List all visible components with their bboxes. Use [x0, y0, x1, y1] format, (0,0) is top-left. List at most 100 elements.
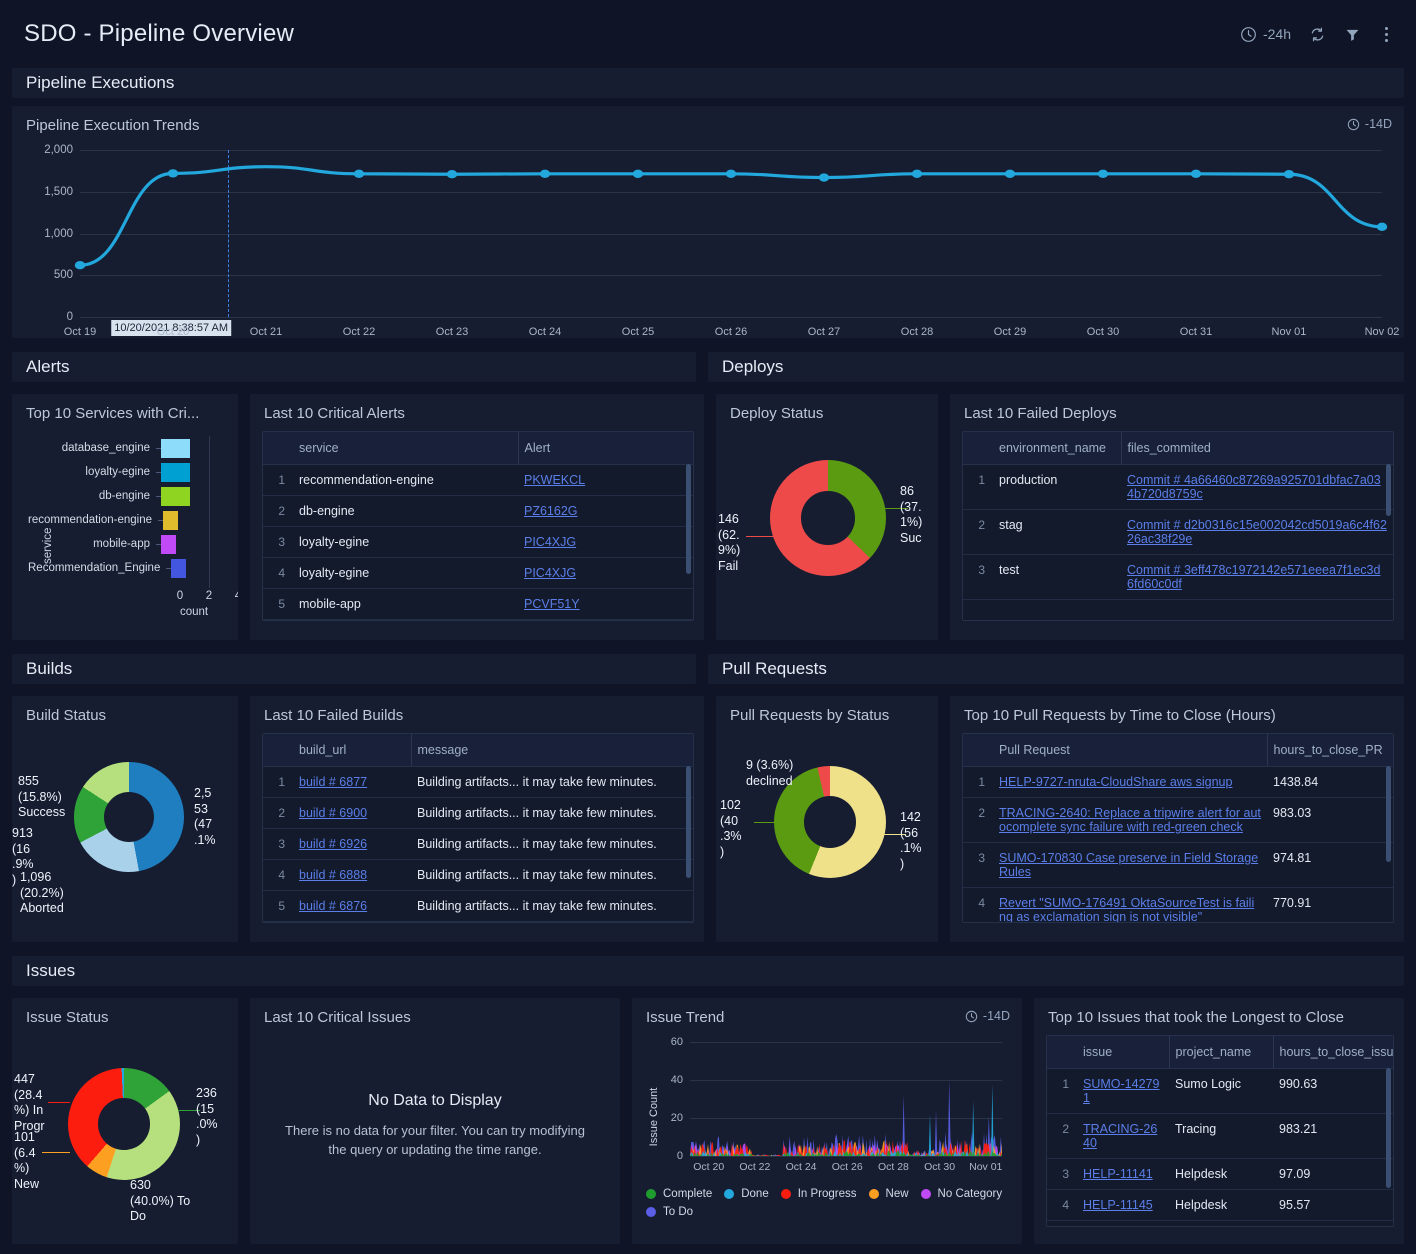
table-cell-link-wrap[interactable]: build # 6888: [293, 860, 411, 891]
table-cell-link[interactable]: build # 6877: [299, 775, 367, 789]
table-cell-link[interactable]: PIC4XJG: [524, 535, 576, 549]
donut-chart-pr-status[interactable]: 9 (3.6%) declined 102 (40 .3% ) 142 (56 …: [716, 724, 938, 924]
bar-row[interactable]: db-engine: [28, 484, 238, 508]
table-cell-link[interactable]: Commit # d2b0316c15e002042cd5019a6c4f622…: [1127, 518, 1387, 546]
table-row[interactable]: 4Revert "SUMO-176491 OktaSourceTest is f…: [963, 888, 1393, 924]
table-cell-link-wrap[interactable]: TRACING-2640: Replace a tripwire alert f…: [993, 798, 1267, 843]
bar-row[interactable]: database_engine: [28, 436, 238, 460]
table-cell-link-wrap[interactable]: build # 6900: [293, 798, 411, 829]
col-service[interactable]: service: [293, 432, 518, 465]
table-cell-link[interactable]: PCVF51Y: [524, 597, 580, 611]
table-cell-link-wrap[interactable]: BUSAPPS-: [1077, 1221, 1169, 1228]
table-cell-link-wrap[interactable]: PKWEKCL: [518, 465, 693, 496]
table-cell-link[interactable]: Commit # 3eff478c1972142e571eeea7f1ec3d6…: [1127, 563, 1380, 591]
table-row[interactable]: 2TRACING-2640Tracing983.21: [1047, 1114, 1393, 1159]
area-chart-issue-trend[interactable]: Issue Count 60 40 20 0 Oct 20Oct 22Oct 2…: [646, 1030, 1012, 1180]
table-cell-link[interactable]: PZ6162G: [524, 504, 578, 518]
panel-time-badge[interactable]: -14D: [965, 1009, 1010, 1023]
table-cell-link[interactable]: build # 6888: [299, 868, 367, 882]
table-row[interactable]: 4loyalty-eginePIC4XJG: [263, 558, 693, 589]
legend-item[interactable]: To Do: [646, 1206, 693, 1218]
table-row[interactable]: 2db-enginePZ6162G: [263, 496, 693, 527]
bar-row[interactable]: Recommendation_Engine: [28, 556, 238, 580]
table-cell-link-wrap[interactable]: Commit # 3eff478c1972142e571eeea7f1ec3d6…: [1121, 555, 1393, 600]
time-range-picker[interactable]: -24h: [1240, 26, 1291, 43]
bar-row[interactable]: mobile-app: [28, 532, 238, 556]
table-row[interactable]: 3build # 6926Building artifacts... it ma…: [263, 829, 693, 860]
legend-item[interactable]: New: [869, 1188, 909, 1200]
table-row[interactable]: 6database_enginePKO7RBF: [263, 620, 693, 622]
table-cell-link[interactable]: build # 6876: [299, 899, 367, 913]
table-cell-link-wrap[interactable]: HELP-11141: [1077, 1159, 1169, 1190]
col-issue[interactable]: issue: [1077, 1036, 1169, 1069]
table-row[interactable]: 2stagCommit # d2b0316c15e002042cd5019a6c…: [963, 510, 1393, 555]
col-build-url[interactable]: build_url: [293, 734, 411, 767]
table-cell-link[interactable]: PIC4XJG: [524, 566, 576, 580]
table-row[interactable]: 1SUMO-142791Sumo Logic990.63: [1047, 1069, 1393, 1114]
col-environment-name[interactable]: environment_name: [993, 432, 1121, 465]
table-row[interactable]: 4HELP-11145Helpdesk95.57: [1047, 1190, 1393, 1221]
bar[interactable]: [161, 463, 190, 482]
table-row[interactable]: 4build # 6888Building artifacts... it ma…: [263, 860, 693, 891]
table-row[interactable]: 3SUMO-170830 Case preserve in Field Stor…: [963, 843, 1393, 888]
line-chart-pipeline-trends[interactable]: 2,000 1,500 1,000 500 0 10/20/2021 8:38:…: [18, 140, 1398, 338]
table-cell-link[interactable]: TRACING-2640: Replace a tripwire alert f…: [999, 806, 1261, 834]
table-row[interactable]: 1HELP-9727-nruta-CloudShare aws signup14…: [963, 767, 1393, 798]
table-row[interactable]: 6build # 6917Building artifacts... it ma…: [263, 922, 693, 924]
table-row[interactable]: 3loyalty-eginePIC4XJG: [263, 527, 693, 558]
more-options-icon[interactable]: [1379, 25, 1394, 44]
table-row[interactable]: 1build # 6877Building artifacts... it ma…: [263, 767, 693, 798]
filter-icon[interactable]: [1344, 26, 1361, 43]
table-cell-link[interactable]: Commit # 4a66460c87269a925701dbfac7a034b…: [1127, 473, 1381, 501]
table-cell-link-wrap[interactable]: PCVF51Y: [518, 589, 693, 620]
table-cell-link[interactable]: SUMO-170830 Case preserve in Field Stora…: [999, 851, 1258, 879]
bar-row[interactable]: recommendation-engine: [28, 508, 238, 532]
table-failed-deploys[interactable]: environment_name files_commited 1product…: [962, 431, 1394, 621]
col-files-commited[interactable]: files_commited: [1121, 432, 1393, 465]
table-top-pull-requests[interactable]: Pull Request hours_to_close_PR 1HELP-972…: [962, 733, 1394, 923]
table-cell-link[interactable]: TRACING-2640: [1083, 1122, 1157, 1150]
legend-item[interactable]: No Category: [921, 1188, 1003, 1200]
col-message[interactable]: message: [411, 734, 693, 767]
table-cell-link-wrap[interactable]: PKO7RBF: [518, 620, 693, 622]
table-cell-link-wrap[interactable]: PIC4XJG: [518, 527, 693, 558]
table-row[interactable]: 5mobile-appPCVF51Y: [263, 589, 693, 620]
col-project-name[interactable]: project_name: [1169, 1036, 1273, 1069]
table-cell-link-wrap[interactable]: SUMO-142791: [1077, 1069, 1169, 1114]
table-cell-link-wrap[interactable]: build # 6877: [293, 767, 411, 798]
table-cell-link[interactable]: PKWEKCL: [524, 473, 585, 487]
table-cell-link-wrap[interactable]: HELP-9727-nruta-CloudShare aws signup: [993, 767, 1267, 798]
table-row[interactable]: 3testCommit # 3eff478c1972142e571eeea7f1…: [963, 555, 1393, 600]
table-longest-issues[interactable]: issue project_name hours_to_close_issue …: [1046, 1035, 1394, 1227]
table-cell-link-wrap[interactable]: PZ6162G: [518, 496, 693, 527]
table-cell-link[interactable]: Revert "SUMO-176491 OktaSourceTest is fa…: [999, 896, 1254, 923]
table-cell-link-wrap[interactable]: TRACING-2640: [1077, 1114, 1169, 1159]
donut-chart-build-status[interactable]: 855 (15.8%) Success 913 (16 .9% ) 2,5 53…: [12, 724, 238, 924]
bar[interactable]: [161, 439, 190, 458]
panel-time-badge[interactable]: -14D: [1347, 117, 1392, 131]
col-hours-to-close[interactable]: hours_to_close_PR: [1267, 734, 1393, 767]
refresh-icon[interactable]: [1309, 26, 1326, 43]
table-cell-link[interactable]: build # 6926: [299, 837, 367, 851]
table-cell-link-wrap[interactable]: Commit # 4a66460c87269a925701dbfac7a034b…: [1121, 465, 1393, 510]
bar[interactable]: [171, 559, 186, 578]
table-cell-link-wrap[interactable]: Commit # d2b0316c15e002042cd5019a6c4f622…: [1121, 510, 1393, 555]
bar[interactable]: [161, 535, 176, 554]
table-row[interactable]: 3HELP-11141Helpdesk97.09: [1047, 1159, 1393, 1190]
table-cell-link[interactable]: SUMO-142791: [1083, 1077, 1159, 1105]
table-cell-link-wrap[interactable]: build # 6917: [293, 922, 411, 924]
legend-item[interactable]: Done: [724, 1188, 769, 1200]
table-cell-link-wrap[interactable]: build # 6876: [293, 891, 411, 922]
legend-item[interactable]: Complete: [646, 1188, 712, 1200]
col-pull-request[interactable]: Pull Request: [993, 734, 1267, 767]
bar[interactable]: [161, 487, 190, 506]
table-row[interactable]: 5build # 6876Building artifacts... it ma…: [263, 891, 693, 922]
table-cell-link-wrap[interactable]: PIC4XJG: [518, 558, 693, 589]
bar[interactable]: [163, 511, 178, 530]
col-alert[interactable]: Alert: [518, 432, 693, 465]
table-cell-link-wrap[interactable]: SUMO-170830 Case preserve in Field Stora…: [993, 843, 1267, 888]
donut-chart-issue-status[interactable]: 447 (28.4 %) In Progr 101 (6.4 %) New 23…: [12, 1026, 238, 1226]
col-hours-to-close-issue[interactable]: hours_to_close_issue: [1273, 1036, 1393, 1069]
table-critical-alerts[interactable]: service Alert 1recommendation-enginePKWE…: [262, 431, 694, 621]
table-cell-link[interactable]: build # 6900: [299, 806, 367, 820]
